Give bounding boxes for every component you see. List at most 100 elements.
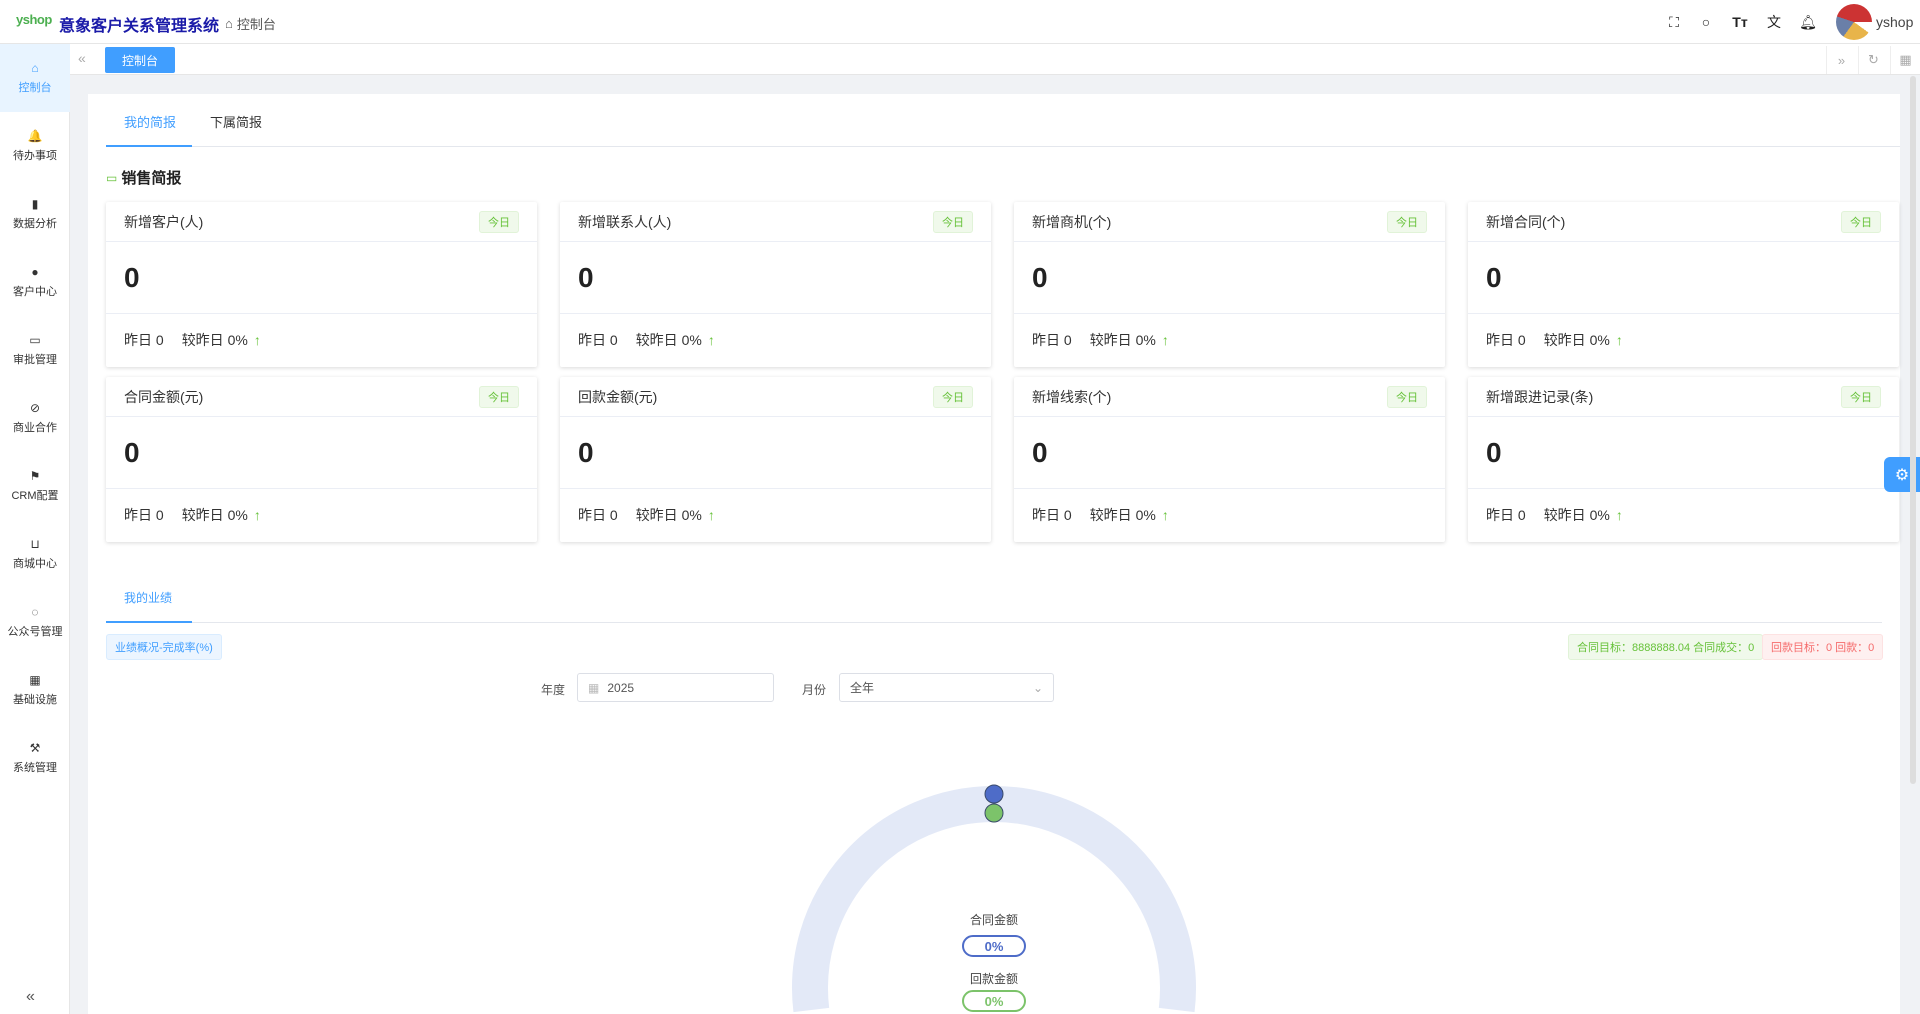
arrow-up-icon: ↑ <box>1615 332 1623 348</box>
sidebar-item-label: CRM配置 <box>11 490 59 502</box>
card-title: 合同金额(元) <box>124 388 204 405</box>
logo[interactable]: yshop <box>16 12 52 27</box>
arrow-up-icon: ↑ <box>253 507 261 523</box>
tab-my-performance[interactable]: 我的业绩 <box>124 589 172 606</box>
card-title: 新增联系人(人) <box>578 213 672 230</box>
gauge-label-payment: 回款金额 <box>969 972 1018 986</box>
yesterday-value: 昨日 0 <box>578 332 618 348</box>
tab-dashboard[interactable]: 控制台 <box>105 47 175 73</box>
bell-icon: 🔔 <box>27 129 43 143</box>
sidebar-item[interactable]: ◌ 公众号管理 <box>0 588 70 656</box>
card-value: 0 <box>560 242 991 314</box>
link-icon: ⊘ <box>29 401 41 415</box>
stat-card: 新增客户(人) 今日 0 昨日 0 较昨日 0% ↑ <box>106 202 537 367</box>
collapse-sidebar-icon[interactable]: « <box>26 988 35 1006</box>
user-icon: ● <box>31 265 39 279</box>
sidebar-item[interactable]: ⚑ CRM配置 <box>0 452 70 520</box>
scrollbar[interactable] <box>1910 76 1916 784</box>
grid-icon: ▦ <box>29 673 41 687</box>
grid-menu-icon[interactable]: ▦ <box>1890 46 1920 74</box>
stat-card: 新增合同(个) 今日 0 昨日 0 较昨日 0% ↑ <box>1468 202 1899 367</box>
compare-value: 较昨日 0% <box>1089 507 1156 523</box>
user-name[interactable]: yshop <box>1876 14 1913 30</box>
contract-target-tag: 合同目标：8888888.04 合同成交：0 <box>1568 634 1764 660</box>
sidebar-item-label: 数据分析 <box>13 218 57 230</box>
home-icon: ⌂ <box>31 61 39 75</box>
sidebar-item-label: 商业合作 <box>13 422 57 434</box>
sidebar-item[interactable]: 🔔 待办事项 <box>0 112 70 180</box>
sidebar-item[interactable]: ⚒ 系统管理 <box>0 724 70 792</box>
sidebar-item[interactable]: ● 客户中心 <box>0 248 70 316</box>
compare-value: 较昨日 0% <box>1089 332 1156 348</box>
avatar[interactable] <box>1836 4 1872 40</box>
sidebar-item-label: 系统管理 <box>13 762 57 774</box>
cart-icon: ⊔ <box>30 537 40 551</box>
bar-chart-icon: ▮ <box>31 197 39 211</box>
tab-my-brief[interactable]: 我的简报 <box>124 112 176 131</box>
sidebar-item[interactable]: ▭ 审批管理 <box>0 316 70 384</box>
yesterday-value: 昨日 0 <box>1032 332 1072 348</box>
flag-icon: ⚑ <box>29 469 41 483</box>
overview-tag: 业绩概况-完成率(%) <box>106 634 222 660</box>
sidebar-item-label: 客户中心 <box>13 286 57 298</box>
search-icon[interactable]: ○ <box>1696 12 1716 32</box>
sidebar-item-label: 控制台 <box>18 82 52 94</box>
arrow-up-icon: ↑ <box>1161 507 1169 523</box>
sidebar-item[interactable]: ▦ 基础设施 <box>0 656 70 724</box>
arrow-up-icon: ↑ <box>707 332 715 348</box>
card-value: 0 <box>1468 242 1899 314</box>
today-tag: 今日 <box>479 385 519 408</box>
divider <box>106 146 1900 147</box>
section-heading: ▭ 销售简报 <box>106 170 182 187</box>
arrow-up-icon: ↑ <box>707 507 715 523</box>
gauge-label-contract: 合同金额 <box>969 913 1018 927</box>
sidebar-item[interactable]: ▮ 数据分析 <box>0 180 70 248</box>
chevron-down-icon: ⌄ <box>1032 680 1043 695</box>
folder-check-icon: ▭ <box>29 333 41 347</box>
card-value: 0 <box>1014 242 1445 314</box>
fullscreen-icon[interactable]: ⛶ <box>1664 12 1684 32</box>
card-value: 0 <box>1468 417 1899 489</box>
divider <box>106 622 1882 623</box>
today-tag: 今日 <box>1841 210 1881 233</box>
scroll-right-icon[interactable]: » <box>1826 46 1856 74</box>
refresh-icon[interactable]: ↻ <box>1858 46 1888 74</box>
yesterday-value: 昨日 0 <box>124 507 164 523</box>
scroll-left-icon[interactable]: « <box>78 50 86 66</box>
app-title: 意象客户关系管理系统 <box>59 18 220 35</box>
gauge-pointer-1 <box>984 803 1004 823</box>
card-value: 0 <box>1014 417 1445 489</box>
sidebar-item[interactable]: ⊔ 商城中心 <box>0 520 70 588</box>
yesterday-value: 昨日 0 <box>578 507 618 523</box>
arrow-up-icon: ↑ <box>1161 332 1169 348</box>
breadcrumb-item[interactable]: 控制台 <box>237 14 276 33</box>
card-title: 回款金额(元) <box>578 388 658 405</box>
stat-card: 新增线索(个) 今日 0 昨日 0 较昨日 0% ↑ <box>1014 377 1445 542</box>
stat-card: 新增联系人(人) 今日 0 昨日 0 较昨日 0% ↑ <box>560 202 991 367</box>
arrow-up-icon: ↑ <box>253 332 261 348</box>
sidebar-item[interactable]: ⌂ 控制台 <box>0 44 70 112</box>
yesterday-value: 昨日 0 <box>1486 332 1526 348</box>
yesterday-value: 昨日 0 <box>1032 507 1072 523</box>
translate-icon[interactable]: 文 <box>1764 12 1784 32</box>
bell-icon[interactable]: 🔔︎ <box>1798 12 1818 32</box>
today-tag: 今日 <box>1841 385 1881 408</box>
today-tag: 今日 <box>1387 210 1427 233</box>
sidebar-item-label: 待办事项 <box>13 150 57 162</box>
stat-card: 新增商机(个) 今日 0 昨日 0 较昨日 0% ↑ <box>1014 202 1445 367</box>
month-select[interactable]: 全年 ⌄ <box>839 673 1054 702</box>
card-title: 新增合同(个) <box>1486 213 1566 230</box>
breadcrumb: ⌂ 控制台 <box>225 14 276 33</box>
card-title: 新增跟进记录(条) <box>1486 388 1594 405</box>
sidebar-item[interactable]: ⊘ 商业合作 <box>0 384 70 452</box>
tab-subordinate-brief[interactable]: 下属简报 <box>210 112 262 131</box>
font-size-icon[interactable]: Tт <box>1730 12 1750 32</box>
active-tab-indicator <box>106 621 192 623</box>
stat-card: 回款金额(元) 今日 0 昨日 0 较昨日 0% ↑ <box>560 377 991 542</box>
year-picker[interactable]: ▦ 2025 <box>577 673 774 702</box>
sidebar-item-label: 审批管理 <box>13 354 57 366</box>
compare-value: 较昨日 0% <box>635 332 702 348</box>
today-tag: 今日 <box>933 385 973 408</box>
month-label: 月份 <box>802 683 827 697</box>
stat-card: 新增跟进记录(条) 今日 0 昨日 0 较昨日 0% ↑ <box>1468 377 1899 542</box>
